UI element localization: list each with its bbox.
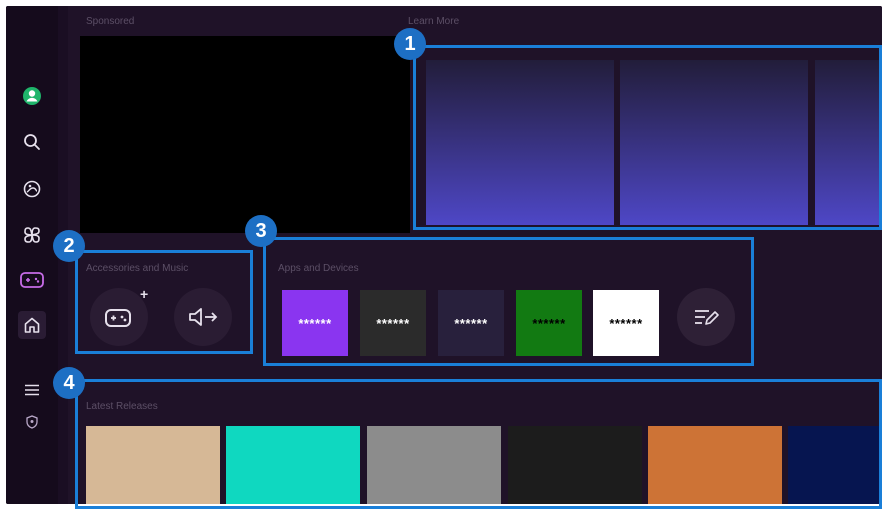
callout-badge-1: 1	[394, 28, 426, 60]
search-icon[interactable]	[20, 130, 44, 154]
accessories-highlight	[75, 250, 253, 354]
home-icon[interactable]	[18, 311, 46, 339]
latest-releases-highlight	[75, 379, 882, 509]
apps-highlight	[263, 237, 754, 366]
learn-more-highlight	[413, 45, 882, 230]
privacy-icon[interactable]	[20, 410, 44, 434]
game-icon[interactable]	[18, 268, 46, 292]
menu-icon[interactable]	[20, 378, 44, 402]
profile-icon[interactable]	[20, 84, 44, 108]
sponsored-banner[interactable]	[80, 36, 410, 233]
callout-badge-2: 2	[53, 230, 85, 262]
callout-badge-3: 3	[245, 215, 277, 247]
ambient-icon[interactable]	[20, 177, 44, 201]
learn-more-label: Learn More	[408, 16, 460, 27]
callout-badge-4: 4	[53, 367, 85, 399]
sidebar	[6, 6, 58, 504]
sponsored-label: Sponsored	[86, 16, 135, 27]
apps-icon[interactable]	[20, 223, 44, 247]
